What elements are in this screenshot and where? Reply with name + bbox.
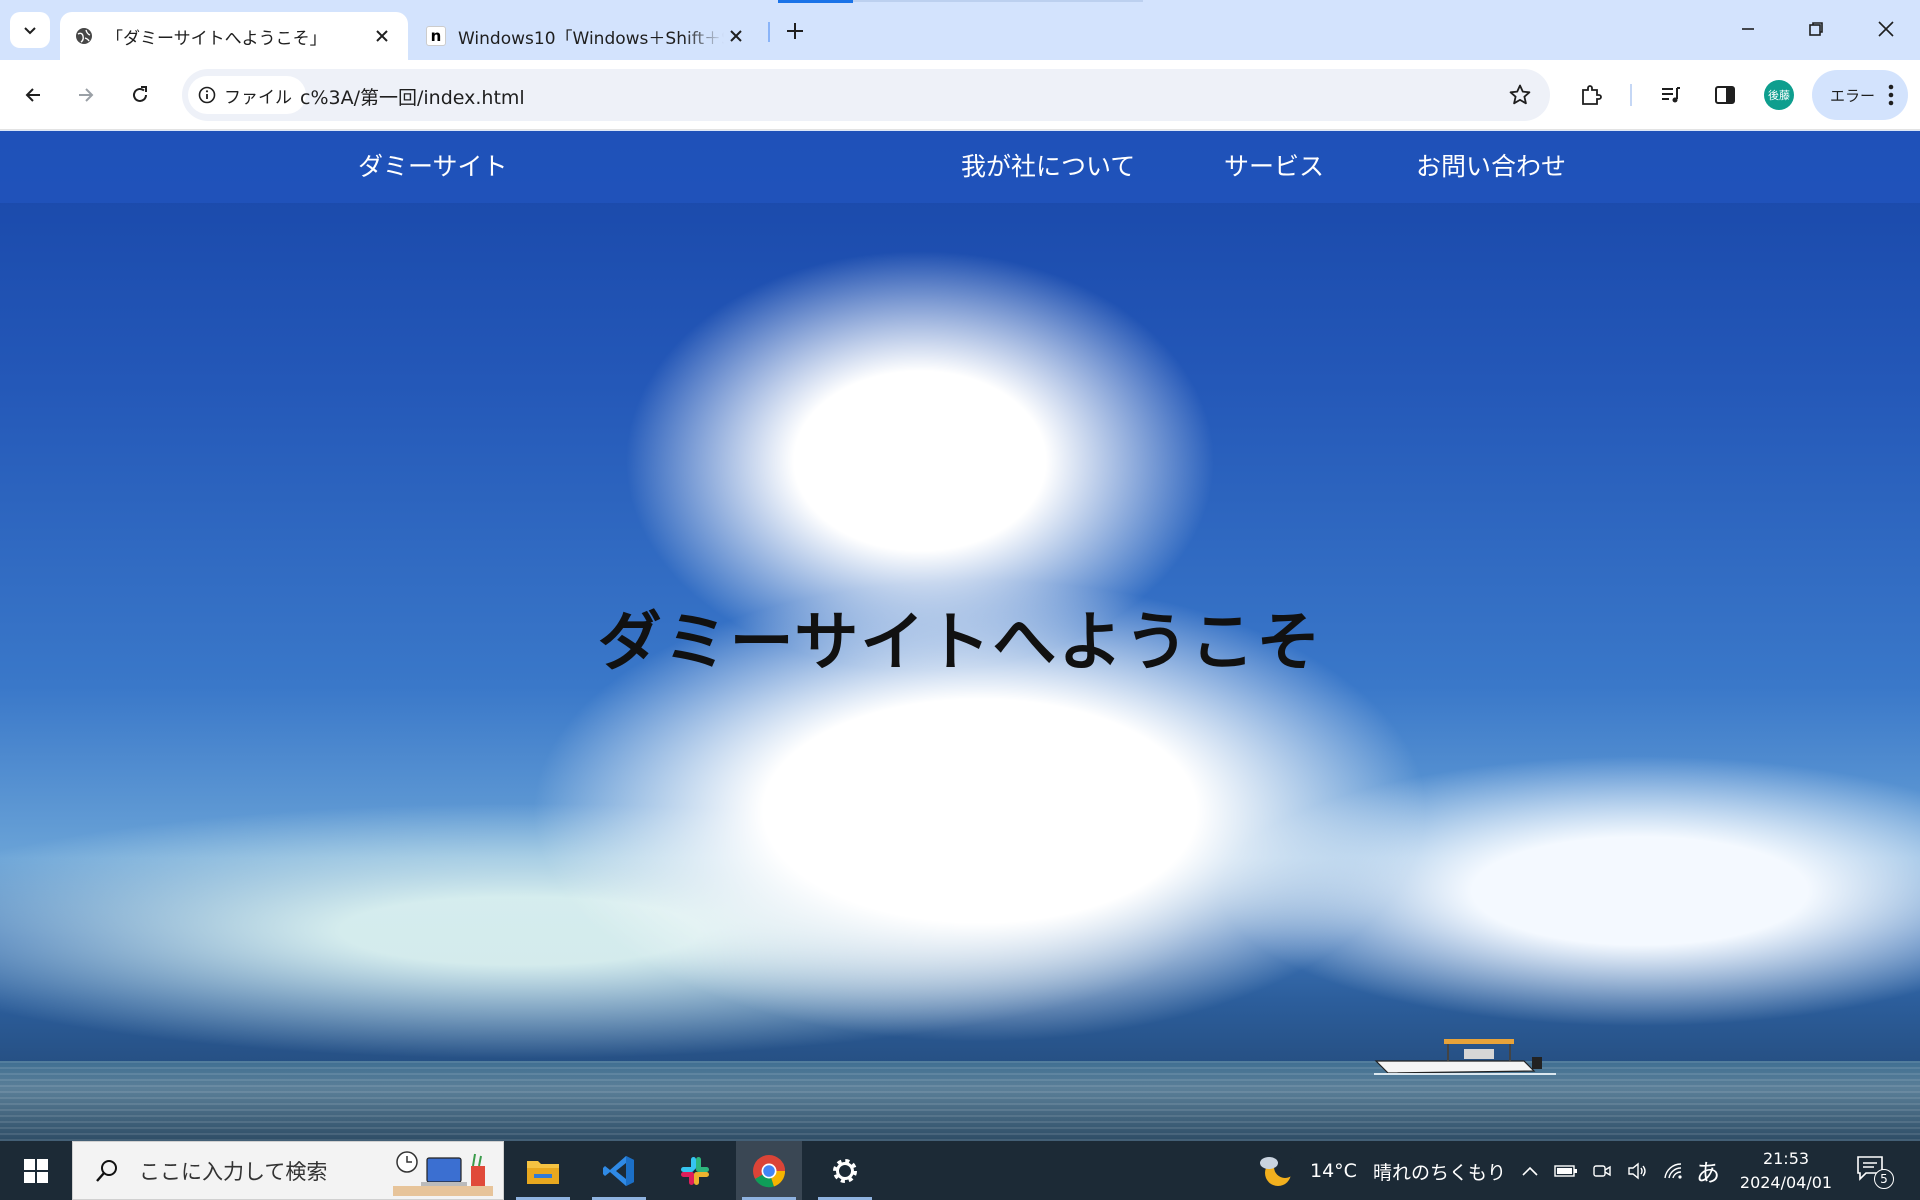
nav-link-services[interactable]: サービス xyxy=(1224,147,1324,183)
clock-date: 2024/04/01 xyxy=(1739,1173,1833,1192)
tray-overflow-icon[interactable] xyxy=(1516,1159,1544,1183)
address-bar[interactable]: ファイル c%3A/第一回/index.html xyxy=(182,69,1550,121)
media-control-button[interactable] xyxy=(1651,75,1691,115)
vscode-icon xyxy=(603,1155,634,1186)
minimize-button[interactable] xyxy=(1720,0,1776,58)
restore-button[interactable] xyxy=(1788,0,1844,58)
restore-icon xyxy=(1809,22,1823,36)
tab-title: Windows10「Windows＋Shift＋S」 xyxy=(458,28,724,49)
nav-link-about[interactable]: 我が社について xyxy=(961,147,1135,183)
back-button[interactable] xyxy=(13,75,53,115)
reload-button[interactable] xyxy=(120,75,160,115)
minimize-icon xyxy=(1742,28,1754,30)
side-panel-button[interactable] xyxy=(1705,75,1745,115)
nav-link-contact[interactable]: お問い合わせ xyxy=(1416,147,1566,183)
site-info-chip[interactable]: ファイル xyxy=(188,76,306,114)
note-favicon-icon: n xyxy=(426,26,446,46)
tab-active[interactable]: 「ダミーサイトへようこそ」 xyxy=(60,12,408,60)
taskbar-search-box[interactable]: ここに入力して検索 xyxy=(72,1141,504,1200)
weather-widget[interactable]: 14°C 晴れのちくもり xyxy=(1258,1153,1506,1189)
taskbar-clock[interactable]: 21:53 2024/04/01 xyxy=(1730,1147,1842,1195)
loading-track xyxy=(853,0,1143,2)
search-highlight-illustration-icon xyxy=(393,1151,493,1196)
sea-ripples xyxy=(0,1061,1920,1141)
taskbar-chrome[interactable] xyxy=(736,1141,802,1200)
url-text[interactable]: c%3A/第一回/index.html xyxy=(300,83,525,110)
taskbar-file-explorer[interactable] xyxy=(510,1141,576,1200)
notification-center-button[interactable]: 5 xyxy=(1856,1155,1896,1189)
battery-icon[interactable] xyxy=(1552,1159,1580,1183)
clock-time: 21:53 xyxy=(1762,1149,1810,1168)
site-brand-link[interactable]: ダミーサイト xyxy=(358,147,508,183)
slack-icon xyxy=(681,1156,709,1185)
close-icon xyxy=(1878,21,1894,37)
wifi-icon[interactable] xyxy=(1660,1159,1688,1183)
side-panel-icon xyxy=(1715,86,1735,104)
error-label: エラー xyxy=(1830,86,1876,105)
taskbar-vscode[interactable] xyxy=(586,1141,652,1200)
close-tab-icon[interactable] xyxy=(724,24,748,48)
loading-indicator xyxy=(778,0,853,3)
start-button[interactable] xyxy=(8,1149,64,1193)
taskbar-slack[interactable] xyxy=(662,1141,728,1200)
site-navbar: ダミーサイト 我が社について サービス お問い合わせ xyxy=(0,131,1920,203)
notification-count-badge: 5 xyxy=(1874,1169,1894,1189)
taskbar-settings[interactable] xyxy=(812,1141,878,1200)
arrow-right-icon xyxy=(79,88,94,102)
media-queue-icon xyxy=(1662,87,1680,103)
weather-temp: 14°C xyxy=(1310,1160,1357,1182)
close-tab-icon[interactable] xyxy=(370,24,394,48)
ime-indicator[interactable]: あ xyxy=(1696,1153,1720,1188)
profile-avatar[interactable]: 後藤 xyxy=(1764,80,1794,110)
folder-icon xyxy=(527,1160,559,1184)
tab-title: 「ダミーサイトへようこそ」 xyxy=(106,28,327,49)
weather-condition: 晴れのちくもり xyxy=(1372,1161,1506,1184)
chrome-icon xyxy=(753,1154,786,1187)
extensions-button[interactable] xyxy=(1571,75,1611,115)
volume-icon[interactable] xyxy=(1624,1159,1652,1183)
bookmark-star-icon[interactable] xyxy=(1506,81,1534,109)
moon-cloud-icon xyxy=(1258,1153,1294,1189)
tab-search-button[interactable] xyxy=(10,12,50,48)
error-menu-button[interactable]: エラー xyxy=(1812,70,1908,120)
tab-inactive[interactable]: n Windows10「Windows＋Shift＋S」 xyxy=(412,12,762,60)
page-viewport: ダミーサイト 我が社について サービス お問い合わせ ダミーサイトへようこそ xyxy=(0,131,1920,1141)
more-vert-icon xyxy=(1888,84,1894,110)
chevron-down-icon xyxy=(24,27,36,35)
hero-title: ダミーサイトへようこそ xyxy=(597,606,1323,680)
globe-icon xyxy=(74,26,94,46)
reload-icon xyxy=(133,86,147,102)
security-chip-label: ファイル xyxy=(224,87,292,108)
info-icon xyxy=(198,86,216,104)
new-tab-button[interactable] xyxy=(778,14,812,48)
search-icon xyxy=(95,1159,119,1183)
tab-separator xyxy=(768,22,770,42)
arrow-left-icon xyxy=(25,88,40,102)
windows-logo-icon xyxy=(24,1159,48,1183)
taskbar-search-placeholder: ここに入力して検索 xyxy=(139,1159,328,1184)
tab-strip: 「ダミーサイトへようこそ」 n Windows10「Windows＋Shift＋… xyxy=(0,0,1920,60)
close-window-button[interactable] xyxy=(1858,0,1914,58)
boat-image xyxy=(1374,1039,1556,1075)
gear-icon xyxy=(833,1158,857,1183)
meet-now-icon[interactable] xyxy=(1588,1159,1616,1183)
puzzle-icon xyxy=(1582,85,1602,105)
windows-taskbar: ここに入力して検索 14°C 晴れのちくもり あ 21:53 2024/04/0… xyxy=(0,1141,1920,1200)
toolbar-separator xyxy=(1630,84,1632,106)
browser-toolbar: ファイル c%3A/第一回/index.html 後藤 エラー xyxy=(0,60,1920,130)
plus-icon xyxy=(787,23,803,39)
forward-button[interactable] xyxy=(66,75,106,115)
